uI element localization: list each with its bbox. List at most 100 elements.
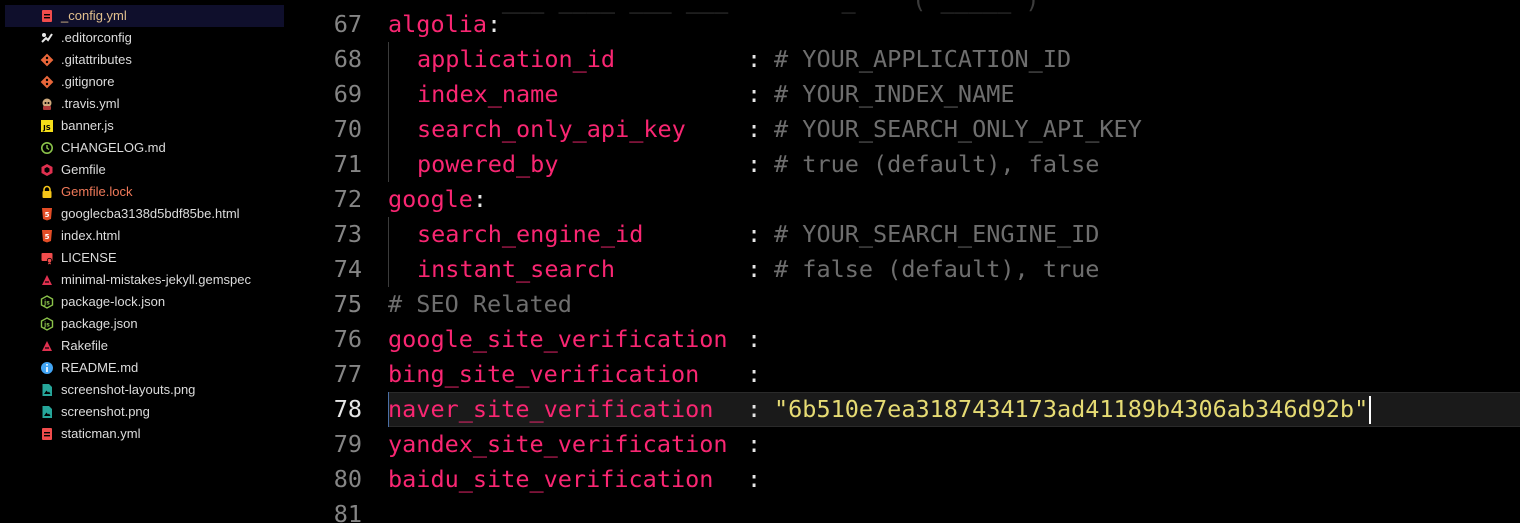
- yaml-file-icon: [40, 427, 54, 441]
- file-item[interactable]: 5 googlecba3138d5bdf85be.html: [5, 203, 284, 225]
- yaml-file-icon: [40, 9, 54, 23]
- file-item[interactable]: .travis.yml: [5, 93, 284, 115]
- yaml-key: application_id: [417, 45, 616, 73]
- file-item[interactable]: _config.yml: [5, 5, 284, 27]
- code-line[interactable]: 71 powered_by: # true (default), false: [292, 147, 1520, 182]
- file-label: .editorconfig: [61, 30, 132, 45]
- yaml-key: naver_site_verification: [388, 395, 714, 423]
- file-item[interactable]: js package-lock.json: [5, 291, 284, 313]
- file-label: package-lock.json: [61, 294, 166, 309]
- code-line[interactable]: 77 bing_site_verification:: [292, 357, 1520, 392]
- line-number: 75: [333, 290, 362, 318]
- svg-text:5: 5: [45, 211, 50, 219]
- line-number: 78: [333, 395, 362, 423]
- text-cursor: [1369, 396, 1372, 424]
- file-item[interactable]: 5 index.html: [5, 225, 284, 247]
- code-line[interactable]: 74 instant_search: # false (default), true: [292, 252, 1520, 287]
- indent-guide: [388, 147, 389, 182]
- svg-text:js: js: [43, 300, 50, 307]
- code-editor[interactable]: ___ ____ ___ ___ _ ( _____ ) 67 algolia:6…: [292, 0, 1520, 523]
- code-line[interactable]: 75 # SEO Related: [292, 287, 1520, 322]
- yaml-comment: # YOUR_SEARCH_ENGINE_ID: [774, 220, 1100, 248]
- yaml-key: baidu_site_verification: [388, 465, 714, 493]
- file-label: .gitignore: [61, 74, 115, 89]
- travis-icon: [40, 97, 54, 111]
- file-item[interactable]: staticman.yml: [5, 423, 284, 445]
- yaml-comment: # YOUR_SEARCH_ONLY_API_KEY: [774, 115, 1142, 143]
- info-icon: [40, 361, 54, 375]
- file-label: screenshot.png: [61, 404, 150, 419]
- yaml-key: yandex_site_verification: [388, 430, 728, 458]
- file-item[interactable]: CHANGELOG.md: [5, 137, 284, 159]
- file-item[interactable]: README.md: [5, 357, 284, 379]
- indent-guide: [388, 112, 389, 147]
- yaml-colon: :: [747, 325, 762, 353]
- svg-text:5: 5: [45, 233, 50, 241]
- svg-text:js: js: [43, 322, 50, 329]
- yaml-string-value[interactable]: "6b510e7ea3187434173ad41189b4306ab346d92…: [774, 392, 1368, 427]
- file-label: minimal-mistakes-jekyll.gemspec: [61, 272, 251, 287]
- code-line[interactable]: 70 search_only_api_key: # YOUR_SEARCH_ONLY…: [292, 112, 1520, 147]
- image-icon: [40, 383, 54, 397]
- line-number: 70: [333, 115, 362, 143]
- code-line[interactable]: 69 index_name: # YOUR_INDEX_NAME: [292, 77, 1520, 112]
- file-item[interactable]: Gemfile: [5, 159, 284, 181]
- file-item[interactable]: .editorconfig: [5, 27, 284, 49]
- code-line[interactable]: 73 search_engine_id: # YOUR_SEARCH_ENGINE_…: [292, 217, 1520, 252]
- yaml-key: index_name: [417, 80, 559, 108]
- code-line[interactable]: 76 google_site_verification:: [292, 322, 1520, 357]
- yaml-colon: :: [747, 220, 762, 248]
- file-item[interactable]: js package.json: [5, 313, 284, 335]
- line-number: 79: [333, 430, 362, 458]
- yaml-colon: :: [472, 185, 488, 213]
- file-label: .travis.yml: [61, 96, 120, 111]
- editorconfig-icon: [40, 31, 54, 45]
- code-line[interactable]: 81: [292, 497, 1520, 523]
- file-label: CHANGELOG.md: [61, 140, 166, 155]
- yaml-colon: :: [747, 360, 762, 388]
- indent-guide: [388, 77, 389, 112]
- file-label: Rakefile: [61, 338, 108, 353]
- changelog-icon: [40, 141, 54, 155]
- line-number: 69: [333, 80, 362, 108]
- yaml-key: search_engine_id: [417, 220, 644, 248]
- svg-text:JS: JS: [42, 124, 51, 132]
- yaml-key: google: [388, 185, 473, 213]
- line-number: 68: [333, 45, 362, 73]
- file-label: googlecba3138d5bdf85be.html: [61, 206, 240, 221]
- file-label: banner.js: [61, 118, 114, 133]
- file-item[interactable]: Rakefile: [5, 335, 284, 357]
- file-item[interactable]: JS banner.js: [5, 115, 284, 137]
- yaml-key: powered_by: [417, 150, 559, 178]
- yaml-comment: # false (default), true: [774, 255, 1100, 283]
- yaml-colon: :: [747, 395, 762, 423]
- yaml-colon: :: [747, 80, 762, 108]
- code-line[interactable]: 72 google:: [292, 182, 1520, 217]
- code-line[interactable]: 80 baidu_site_verification:: [292, 462, 1520, 497]
- file-item[interactable]: .gitattributes: [5, 49, 284, 71]
- file-label: .gitattributes: [61, 52, 132, 67]
- file-item[interactable]: LICENSE: [5, 247, 284, 269]
- file-item[interactable]: minimal-mistakes-jekyll.gemspec: [5, 269, 284, 291]
- yaml-comment: # YOUR_APPLICATION_ID: [774, 45, 1072, 73]
- ruby-gem-icon: [40, 163, 54, 177]
- file-label: staticman.yml: [61, 426, 141, 441]
- file-item[interactable]: screenshot.png: [5, 401, 284, 423]
- code-line[interactable]: 67 algolia:: [292, 7, 1520, 42]
- rake-icon: [40, 339, 54, 353]
- lock-icon: [40, 185, 54, 199]
- file-item[interactable]: screenshot-layouts.png: [5, 379, 284, 401]
- yaml-key: search_only_api_key: [417, 115, 686, 143]
- rake-icon: [40, 273, 54, 287]
- file-item[interactable]: Gemfile.lock: [5, 181, 284, 203]
- yaml-colon: :: [747, 430, 762, 458]
- line-number: 72: [333, 185, 362, 213]
- code-line[interactable]: 68 application_id: # YOUR_APPLICATION_ID: [292, 42, 1520, 77]
- code-line[interactable]: 79 yandex_site_verification:: [292, 427, 1520, 462]
- file-item[interactable]: .gitignore: [5, 71, 284, 93]
- license-icon: [40, 251, 54, 265]
- yaml-key: algolia: [388, 10, 488, 38]
- code-line[interactable]: 78 naver_site_verification: "6b510e7ea3187…: [292, 392, 1520, 427]
- indent-guide: [388, 217, 389, 252]
- line-number: 80: [333, 465, 362, 493]
